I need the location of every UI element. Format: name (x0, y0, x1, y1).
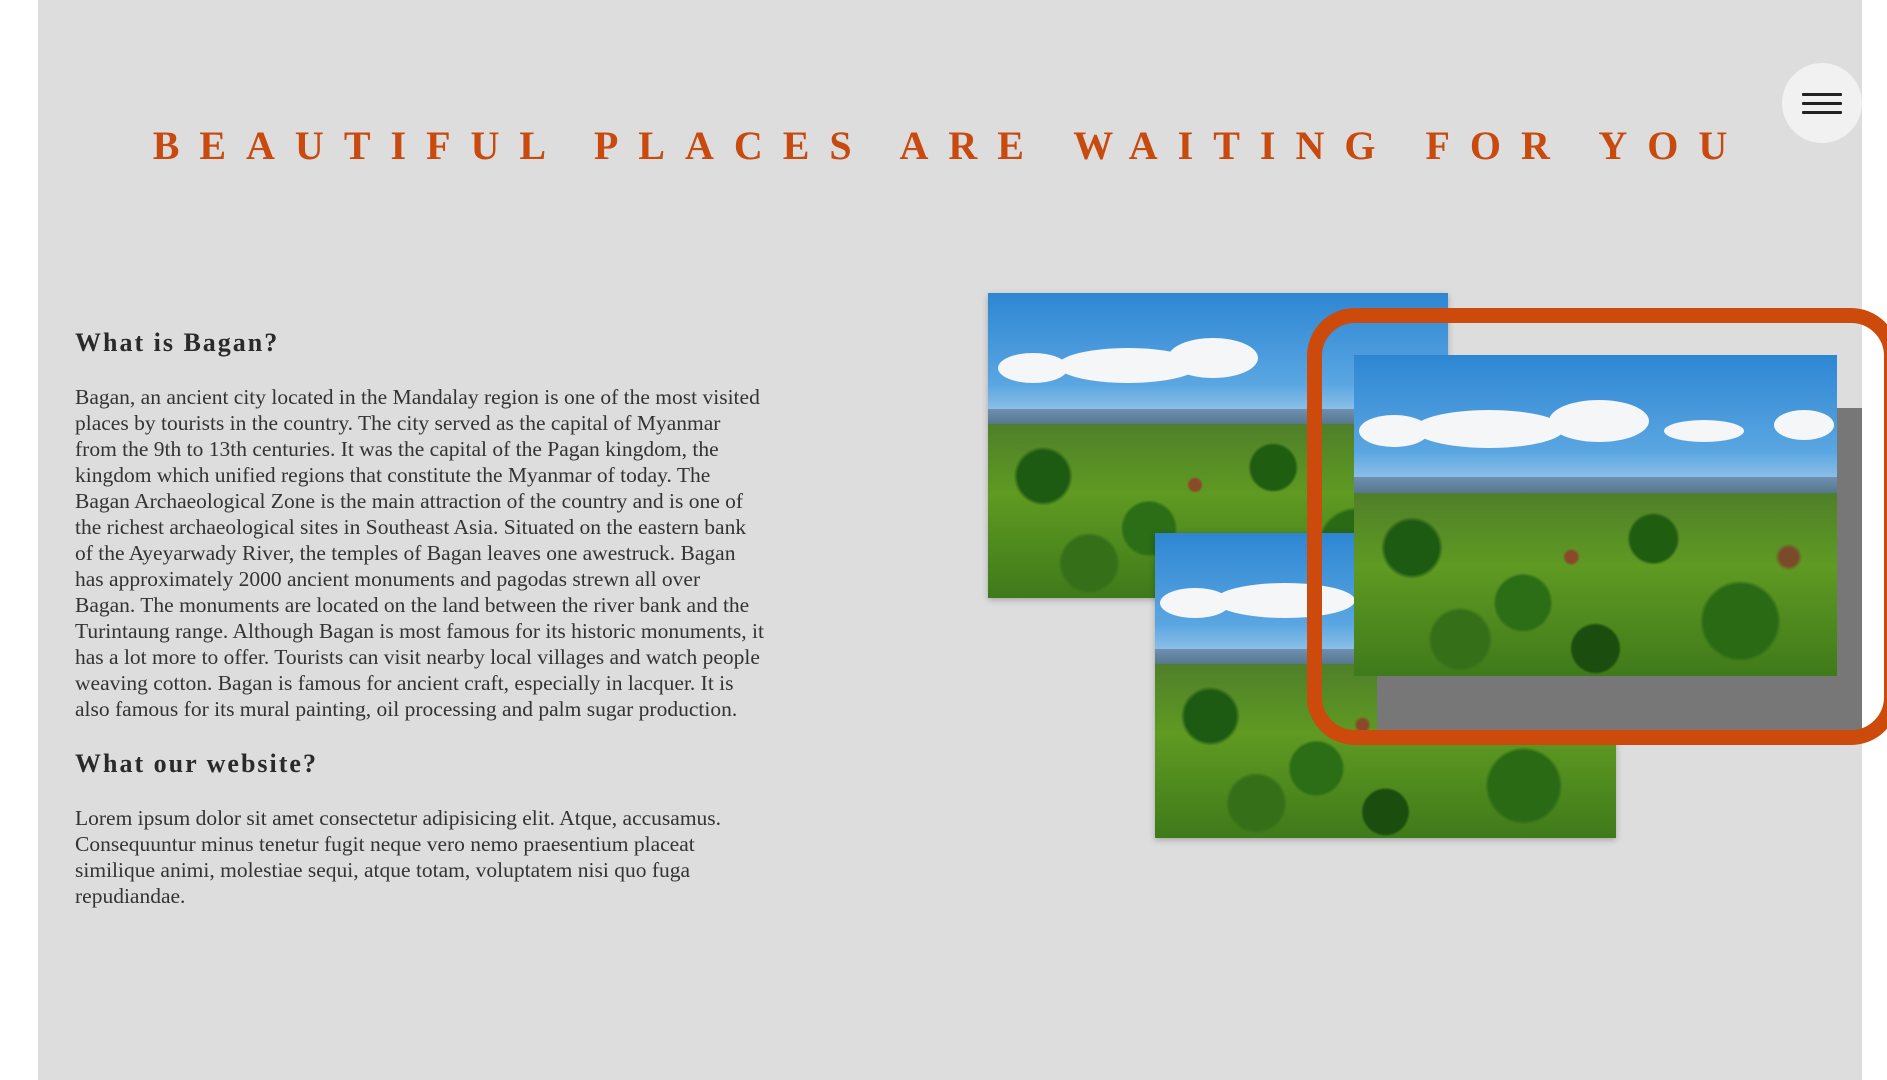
photo-cloud (1414, 410, 1564, 448)
section-body-bagan: Bagan, an ancient city located in the Ma… (75, 385, 764, 721)
photo-cloud (1774, 410, 1834, 440)
photo-cloud (1215, 583, 1355, 618)
photo-cloud (998, 353, 1068, 383)
gallery-photo-active[interactable] (1354, 355, 1837, 676)
hamburger-line (1802, 111, 1842, 114)
hamburger-menu-icon (1802, 93, 1842, 96)
page-title: BEAUTIFUL PLACES ARE WAITING FOR YOU (152, 123, 1748, 168)
content-column: What is Bagan? Bagan, an ancient city lo… (75, 328, 765, 936)
hamburger-line (1802, 102, 1842, 105)
photo-cloud (1168, 338, 1258, 378)
section-heading-website: What our website? (75, 749, 318, 778)
section-heading-bagan: What is Bagan? (75, 328, 280, 357)
photo-land (1354, 493, 1837, 676)
section-body-website: Lorem ipsum dolor sit amet consectetur a… (75, 806, 722, 908)
photo-cloud (1664, 420, 1744, 442)
photo-cloud (1549, 400, 1649, 442)
